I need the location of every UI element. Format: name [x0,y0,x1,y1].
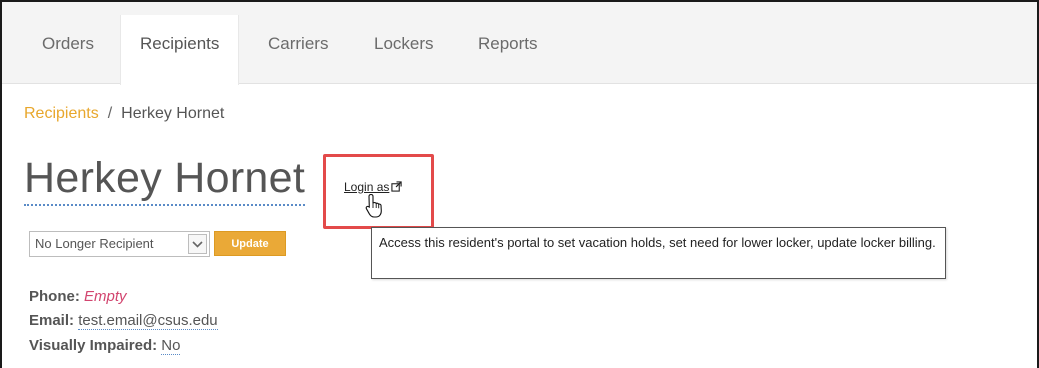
phone-label: Phone: [29,288,80,305]
breadcrumb-link-recipients[interactable]: Recipients [24,105,99,122]
status-select-value: No Longer Recipient [35,236,154,251]
tab-reports[interactable]: Reports [459,15,557,85]
breadcrumb: Recipients / Herkey Hornet [24,105,224,123]
chevron-down-icon[interactable] [188,234,207,254]
phone-value[interactable]: Empty [84,288,127,305]
email-value[interactable]: test.email@csus.edu [78,312,218,330]
login-as-tooltip: Access this resident's portal to set vac… [371,227,946,279]
update-button[interactable]: Update [214,231,286,256]
tab-recipients[interactable]: Recipients [120,15,240,85]
hand-pointer-cursor-icon [365,193,382,218]
visually-impaired-field: Visually Impaired: No [29,337,181,355]
tab-orders[interactable]: Orders [23,15,113,85]
email-field: Email: test.email@csus.edu [29,312,218,330]
tab-lockers[interactable]: Lockers [355,15,453,85]
phone-field: Phone: Empty [29,288,127,305]
email-label: Email: [29,312,75,329]
recipient-name-title[interactable]: Herkey Hornet [24,152,306,206]
tab-carriers[interactable]: Carriers [249,15,347,85]
breadcrumb-separator: / [107,105,113,122]
status-select[interactable]: No Longer Recipient [29,231,210,257]
visually-impaired-label: Visually Impaired: [29,337,158,354]
visually-impaired-value[interactable]: No [161,337,181,355]
breadcrumb-current: Herkey Hornet [121,105,225,122]
top-nav: Orders Recipients Carriers Lockers Repor… [2,2,1037,85]
app-window: Orders Recipients Carriers Lockers Repor… [0,0,1039,368]
